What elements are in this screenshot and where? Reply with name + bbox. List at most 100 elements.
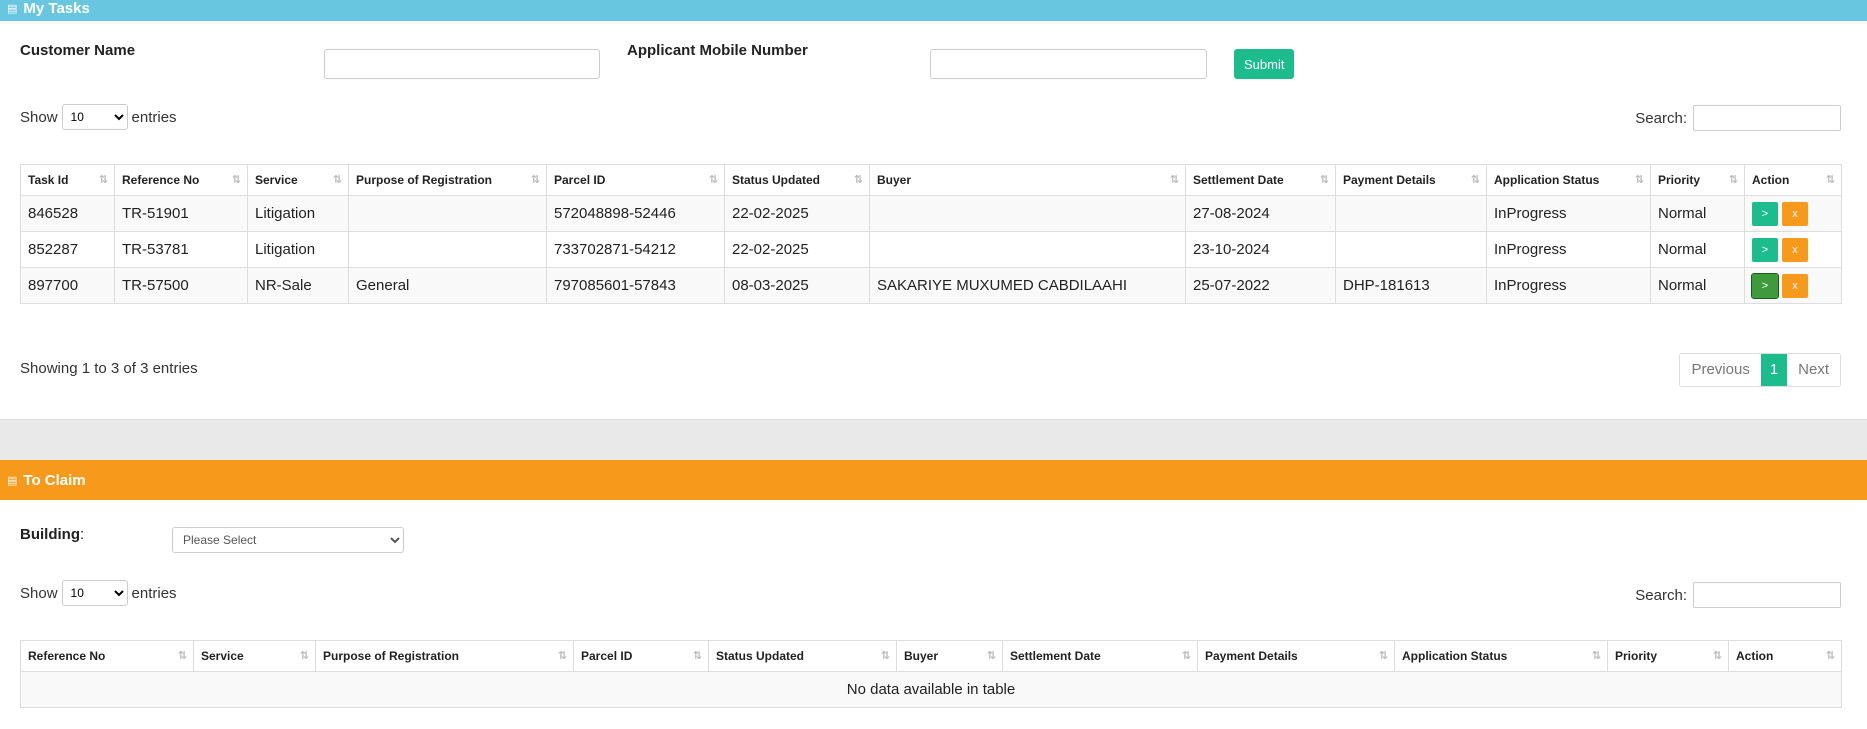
col-action[interactable]: Action ⇅: [1728, 640, 1842, 672]
building-label: Building:: [20, 526, 85, 543]
cell-payment-details: DHP-181613: [1335, 267, 1487, 304]
search-input[interactable]: [1693, 582, 1841, 608]
show-entries-control: Show 10 entries: [20, 104, 177, 130]
building-select[interactable]: Please Select: [172, 527, 404, 553]
cell-settlement-date: 27-08-2024: [1185, 195, 1336, 232]
to-claim-header: ▤ To Claim: [0, 460, 1867, 500]
sort-arrows-icon: ⇅: [1825, 650, 1835, 662]
entries-label: entries: [131, 108, 177, 126]
col-service[interactable]: Service ⇅: [193, 640, 316, 672]
cell-payment-details: [1335, 231, 1487, 268]
mobile-number-input[interactable]: [930, 49, 1207, 79]
sort-arrows-icon: ⇅: [530, 174, 540, 186]
open-task-button[interactable]: >: [1751, 272, 1779, 299]
col-purpose[interactable]: Purpose of Registration ⇅: [315, 640, 574, 672]
cell-status-updated: 22-02-2025: [724, 231, 870, 268]
cancel-task-button[interactable]: x: [1782, 273, 1808, 298]
cell-settlement-date: 23-10-2024: [1185, 231, 1336, 268]
col-service[interactable]: Service ⇅: [247, 164, 349, 196]
table-header-row: Reference No ⇅ Service ⇅ Purpose of Regist…: [20, 640, 1842, 672]
cell-purpose: [348, 195, 547, 232]
cell-status-updated: 08-03-2025: [724, 267, 870, 304]
sort-arrows-icon: ⇅: [98, 174, 108, 186]
col-priority[interactable]: Priority ⇅: [1650, 164, 1745, 196]
page-1-button[interactable]: 1: [1760, 354, 1788, 386]
customer-name-input[interactable]: [324, 49, 600, 79]
col-priority[interactable]: Priority ⇅: [1607, 640, 1729, 672]
section-divider: [0, 419, 1867, 461]
entries-label: entries: [131, 584, 177, 602]
my-tasks-panel: ▤ My Tasks: [0, 0, 1867, 21]
sort-arrows-icon: ⇅: [853, 174, 863, 186]
table-search: Search:: [1635, 582, 1841, 608]
page-size-select[interactable]: 10: [61, 580, 128, 606]
cell-reference-no: TR-57500: [114, 267, 248, 304]
cell-purpose: General: [348, 267, 547, 304]
cancel-task-button[interactable]: x: [1782, 237, 1808, 262]
col-reference-no[interactable]: Reference No ⇅: [20, 640, 194, 672]
cell-reference-no: TR-51901: [114, 195, 248, 232]
open-task-button[interactable]: >: [1752, 201, 1778, 226]
next-page-button[interactable]: Next: [1787, 354, 1840, 386]
cell-settlement-date: 25-07-2022: [1185, 267, 1336, 304]
cell-parcel-id: 733702871-54212: [546, 231, 725, 268]
col-parcel-id[interactable]: Parcel ID ⇅: [546, 164, 725, 196]
sort-arrows-icon: ⇅: [1634, 174, 1644, 186]
col-task-id[interactable]: Task Id ⇅: [20, 164, 115, 196]
cell-application-status: InProgress: [1486, 231, 1651, 268]
sort-arrows-icon: ⇅: [986, 650, 996, 662]
col-status-updated[interactable]: Status Updated ⇅: [724, 164, 870, 196]
col-settlement-date[interactable]: Settlement Date ⇅: [1002, 640, 1198, 672]
cell-parcel-id: 572048898-52446: [546, 195, 725, 232]
col-application-status[interactable]: Application Status ⇅: [1486, 164, 1651, 196]
cell-service: Litigation: [247, 231, 349, 268]
sort-arrows-icon: ⇅: [1470, 174, 1480, 186]
cell-buyer: [869, 231, 1186, 268]
sort-arrows-icon: ⇅: [1169, 174, 1179, 186]
col-reference-no[interactable]: Reference No ⇅: [114, 164, 248, 196]
customer-name-label: Customer Name: [20, 42, 136, 59]
table-header-row: Task Id ⇅ Reference No ⇅ Service ⇅ Purpose …: [20, 164, 1842, 196]
show-label: Show: [20, 584, 58, 602]
sort-arrows-icon: ⇅: [1712, 650, 1722, 662]
cell-priority: Normal: [1650, 195, 1745, 232]
page-size-select[interactable]: 10: [61, 104, 128, 130]
sort-arrows-icon: ⇅: [557, 650, 567, 662]
col-buyer[interactable]: Buyer ⇅: [869, 164, 1186, 196]
cell-reference-no: TR-53781: [114, 231, 248, 268]
col-purpose[interactable]: Purpose of Registration ⇅: [348, 164, 547, 196]
table-row: 846528 TR-51901 Litigation 572048898-524…: [20, 195, 1842, 232]
my-tasks-header: ▤ My Tasks: [0, 0, 1867, 21]
cell-parcel-id: 797085601-57843: [546, 267, 725, 304]
col-application-status[interactable]: Application Status ⇅: [1394, 640, 1608, 672]
cell-action: > x: [1744, 195, 1842, 232]
cancel-task-button[interactable]: x: [1782, 201, 1808, 226]
cell-payment-details: [1335, 195, 1487, 232]
search-label: Search:: [1635, 109, 1687, 127]
sort-arrows-icon: ⇅: [231, 174, 241, 186]
table-search: Search:: [1635, 105, 1841, 131]
my-tasks-title: My Tasks: [23, 0, 90, 17]
col-parcel-id[interactable]: Parcel ID ⇅: [573, 640, 709, 672]
search-input[interactable]: [1693, 105, 1841, 131]
col-payment-details[interactable]: Payment Details ⇅: [1197, 640, 1395, 672]
cell-action: > x: [1744, 231, 1842, 268]
cell-task-id: 897700: [20, 267, 115, 304]
col-settlement-date[interactable]: Settlement Date ⇅: [1185, 164, 1336, 196]
sort-arrows-icon: ⇅: [332, 174, 342, 186]
cell-service: NR-Sale: [247, 267, 349, 304]
sort-arrows-icon: ⇅: [880, 650, 890, 662]
col-action[interactable]: Action ⇅: [1744, 164, 1842, 196]
id-card-icon: ▤: [7, 3, 18, 15]
col-payment-details[interactable]: Payment Details ⇅: [1335, 164, 1487, 196]
col-status-updated[interactable]: Status Updated ⇅: [708, 640, 897, 672]
cell-purpose: [348, 231, 547, 268]
open-task-button[interactable]: >: [1752, 237, 1778, 262]
col-buyer[interactable]: Buyer ⇅: [896, 640, 1003, 672]
cell-priority: Normal: [1650, 267, 1745, 304]
cell-application-status: InProgress: [1486, 195, 1651, 232]
submit-button[interactable]: Submit: [1234, 49, 1295, 79]
cell-priority: Normal: [1650, 231, 1745, 268]
previous-page-button[interactable]: Previous: [1680, 354, 1761, 386]
cell-application-status: InProgress: [1486, 267, 1651, 304]
